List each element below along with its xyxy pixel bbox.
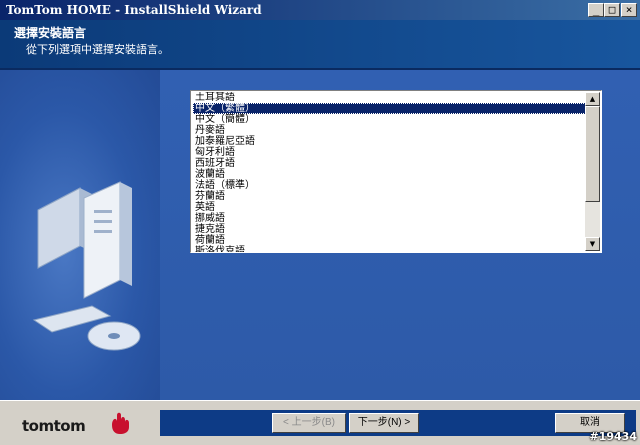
maximize-button[interactable]: □ [604, 3, 620, 17]
language-option[interactable]: 土耳其語 [193, 92, 586, 103]
language-option[interactable]: 中文（繁體） [193, 103, 586, 114]
wizard-footer: tomtom < 上一步(B) 下一步(N) > 取消 [0, 400, 640, 445]
list-scrollbar[interactable]: ▲ ▼ [585, 92, 600, 251]
language-list: 土耳其語 中文（繁體） 中文（簡體） 丹麥語 加泰羅尼亞語 匈牙利語 西班牙語 波蘭語 法語（標… [193, 92, 586, 252]
language-option[interactable]: 匈牙利語 [193, 147, 586, 158]
language-option[interactable]: 斯洛伐克語 [193, 246, 586, 252]
wizard-header: 選擇安裝語言 從下列選項中選擇安裝語言。 [0, 20, 640, 70]
scroll-thumb[interactable] [585, 106, 600, 202]
language-option[interactable]: 加泰羅尼亞語 [193, 136, 586, 147]
language-option[interactable]: 荷蘭語 [193, 235, 586, 246]
language-option[interactable]: 法語（標準） [193, 180, 586, 191]
language-option[interactable]: 芬蘭語 [193, 191, 586, 202]
minimize-button[interactable]: _ [588, 3, 604, 17]
language-option[interactable]: 英語 [193, 202, 586, 213]
scroll-up-button[interactable]: ▲ [585, 92, 600, 106]
next-button[interactable]: 下一步(N) > [349, 413, 419, 433]
scroll-down-button[interactable]: ▼ [585, 237, 600, 251]
language-option[interactable]: 丹麥語 [193, 125, 586, 136]
tomtom-hand-icon [112, 412, 129, 434]
language-option[interactable]: 波蘭語 [193, 169, 586, 180]
language-option[interactable]: 中文（簡體） [193, 114, 586, 125]
content-area: 土耳其語 中文（繁體） 中文（簡體） 丹麥語 加泰羅尼亞語 匈牙利語 西班牙語 波蘭語 法語（標… [160, 70, 640, 400]
close-button[interactable]: × [621, 3, 637, 17]
language-option[interactable]: 西班牙語 [193, 158, 586, 169]
watermark-label: #19434 [589, 430, 638, 443]
illustration-panel [0, 70, 160, 400]
page-title: 選擇安裝語言 [14, 26, 87, 40]
button-bar: < 上一步(B) 下一步(N) > 取消 [160, 410, 636, 436]
installer-window: TomTom HOME - InstallShield Wizard _ □ ×… [0, 0, 640, 445]
page-subtitle: 從下列選項中選擇安裝語言。 [26, 43, 169, 56]
language-option[interactable]: 挪威語 [193, 213, 586, 224]
back-button[interactable]: < 上一步(B) [272, 413, 346, 433]
computer-cd-icon [32, 181, 141, 351]
tomtom-logo: tomtom [22, 417, 86, 435]
title-bar[interactable]: TomTom HOME - InstallShield Wizard _ □ × [0, 0, 640, 20]
window-title: TomTom HOME - InstallShield Wizard [6, 3, 262, 17]
language-option[interactable]: 捷克語 [193, 224, 586, 235]
language-listbox[interactable]: 土耳其語 中文（繁體） 中文（簡體） 丹麥語 加泰羅尼亞語 匈牙利語 西班牙語 波蘭語 法語（標… [190, 90, 602, 253]
